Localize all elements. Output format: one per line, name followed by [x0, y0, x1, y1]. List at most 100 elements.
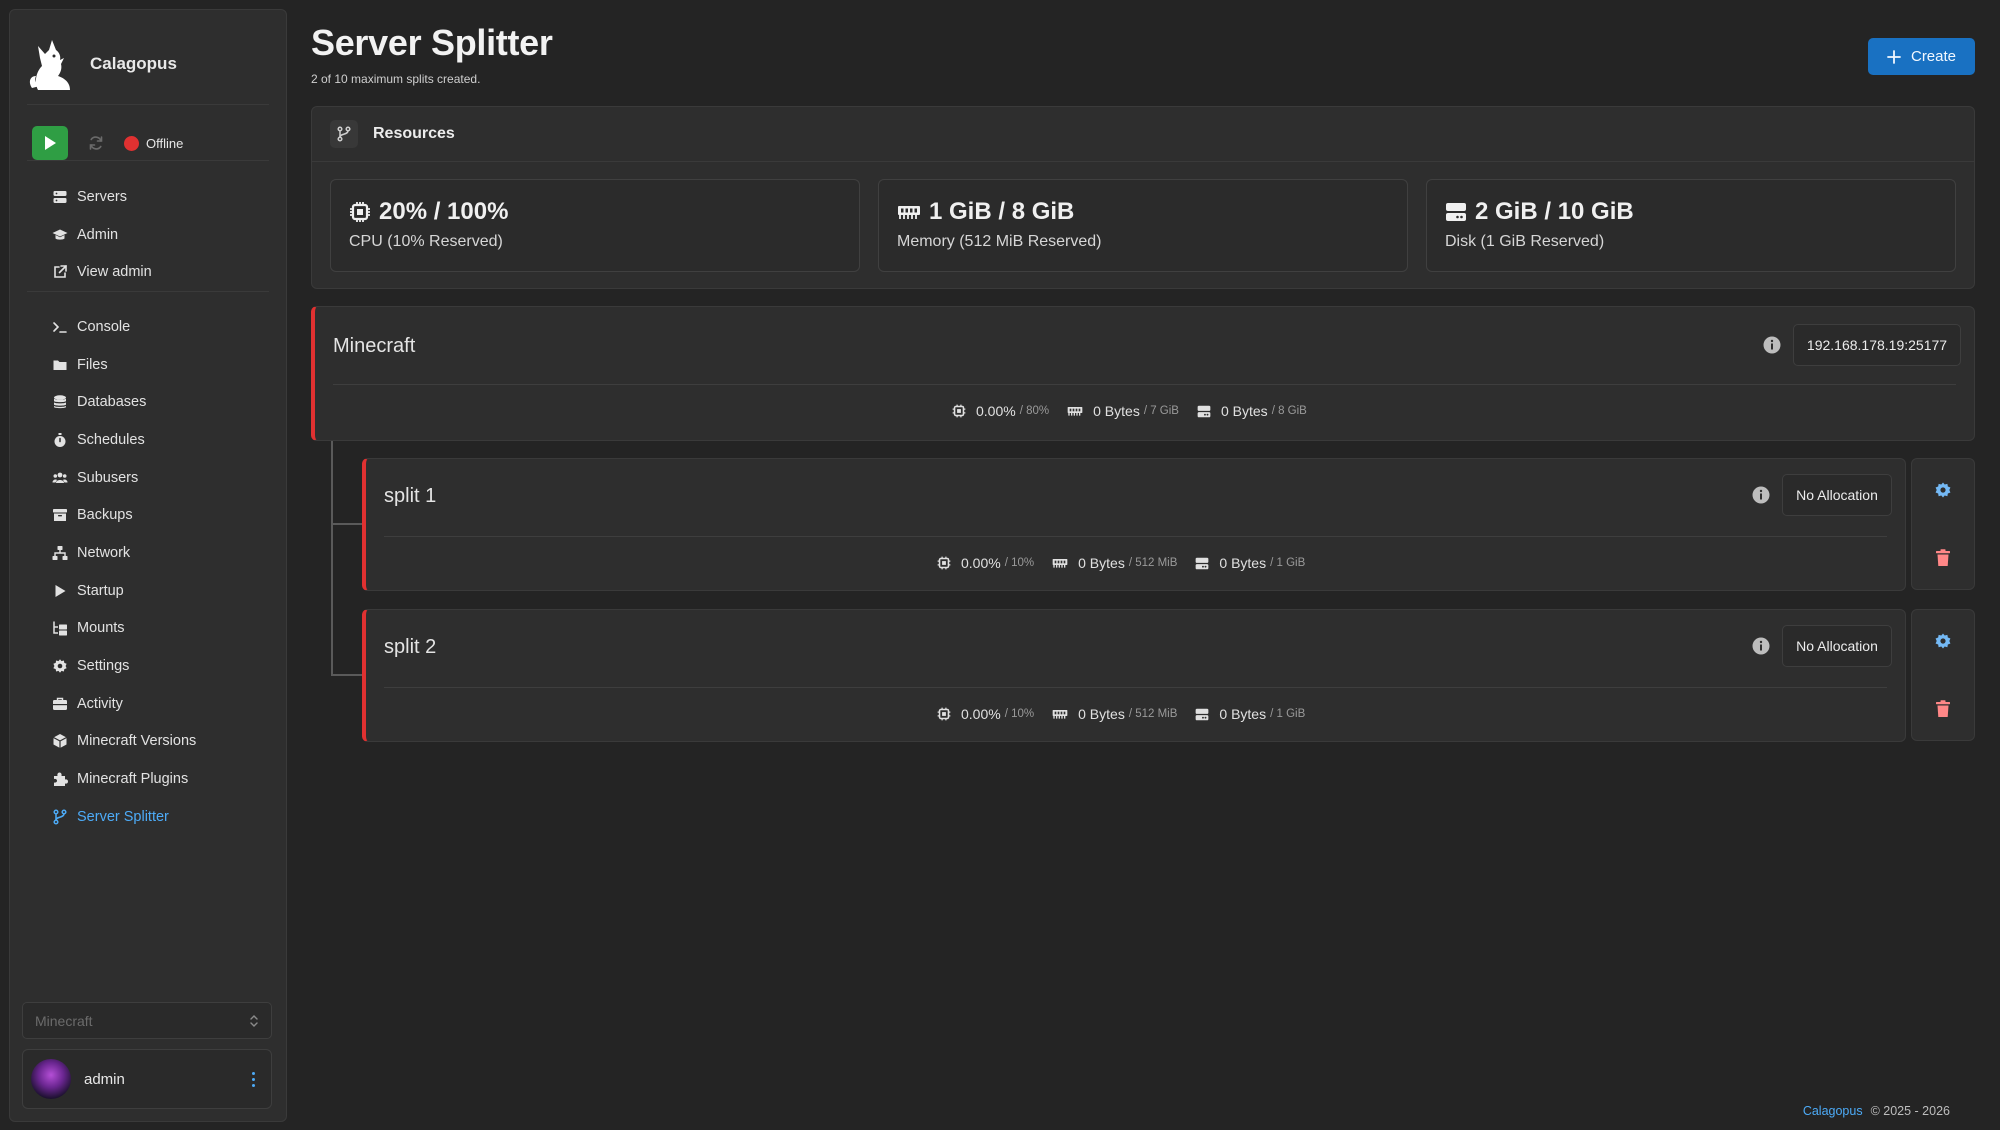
sidebar-item-label: Backups — [77, 507, 133, 524]
sidebar-item-label: Settings — [77, 658, 130, 675]
avatar — [31, 1059, 71, 1099]
server-select[interactable]: Minecraft — [22, 1002, 272, 1039]
sidebar-item-mounts[interactable]: Mounts — [32, 610, 196, 648]
disk-stat: 0 Bytes/ 8 GiB — [1197, 403, 1307, 419]
sidebar: Calagopus Offline Servers Admin View adm… — [9, 9, 287, 1122]
create-button[interactable]: Create — [1868, 38, 1975, 75]
disk-limit: / 1 GiB — [1270, 557, 1306, 569]
user-menu[interactable]: admin — [22, 1049, 272, 1109]
gear-icon[interactable] — [1934, 632, 1952, 650]
allocation-button[interactable]: No Allocation — [1782, 474, 1892, 516]
footer-brand-link[interactable]: Calagopus — [1803, 1104, 1863, 1118]
sidebar-item-console[interactable]: Console — [32, 308, 196, 346]
cpu-resource-sub: CPU (10% Reserved) — [349, 233, 503, 250]
footer-copyright: © 2025 - 2026 — [1870, 1104, 1950, 1118]
brand[interactable]: Calagopus — [28, 34, 177, 94]
sidebar-item-databases[interactable]: Databases — [32, 383, 196, 421]
cube-icon — [53, 734, 67, 749]
disk-value: 0 Bytes — [1219, 555, 1267, 571]
users-icon — [52, 472, 68, 483]
memory-resource-value: 1 GiB / 8 GiB — [929, 198, 1075, 225]
cpu-stat: 0.00%/ 10% — [937, 555, 1034, 571]
memory-icon — [1067, 407, 1083, 416]
cpu-limit: / 10% — [1004, 557, 1035, 569]
divider — [384, 536, 1887, 537]
sidebar-item-label: View admin — [77, 264, 152, 281]
info-icon[interactable] — [1752, 486, 1770, 504]
cpu-value: 0.00% — [961, 555, 1001, 571]
cpu-icon — [350, 202, 370, 222]
sidebar-item-label: Minecraft Versions — [77, 733, 197, 750]
sidebar-item-minecraft-plugins[interactable]: Minecraft Plugins — [32, 760, 196, 798]
tree-connector — [331, 523, 365, 525]
page-title: Server Splitter — [311, 22, 553, 63]
sidebar-item-settings[interactable]: Settings — [32, 647, 196, 685]
briefcase-icon — [53, 697, 67, 710]
sidebar-item-label: Network — [77, 544, 131, 561]
sidebar-item-backups[interactable]: Backups — [32, 496, 196, 534]
sidebar-item-server-splitter[interactable]: Server Splitter — [32, 798, 196, 836]
status-text: Offline — [146, 135, 184, 151]
tree-connector — [331, 441, 333, 676]
info-icon[interactable] — [1763, 336, 1781, 354]
memory-limit: / 512 MiB — [1128, 557, 1178, 569]
cpu-stat: 0.00%/ 80% — [952, 403, 1049, 419]
kebab-menu-icon[interactable] — [243, 1071, 263, 1087]
disk-value: 0 Bytes — [1219, 706, 1267, 722]
footer: Calagopus © 2025 - 2026 — [1803, 1104, 1950, 1118]
code-branch-icon — [337, 126, 351, 142]
archive-icon — [53, 509, 67, 522]
gear-icon[interactable] — [1934, 481, 1952, 499]
divider — [333, 384, 1956, 385]
disk-resource-card: 2 GiB / 10 GiB Disk (1 GiB Reserved) — [1426, 179, 1956, 272]
sidebar-item-admin[interactable]: Admin — [32, 216, 152, 254]
page-subtitle: 2 of 10 maximum splits created. — [311, 72, 481, 86]
sidebar-item-startup[interactable]: Startup — [32, 572, 196, 610]
create-button-label: Create — [1910, 48, 1957, 65]
trash-icon[interactable] — [1935, 549, 1951, 567]
restart-button[interactable] — [82, 129, 110, 157]
server-icon — [53, 190, 67, 203]
sidebar-item-network[interactable]: Network — [32, 534, 196, 572]
cpu-icon — [937, 556, 951, 570]
divider — [27, 291, 269, 292]
server-card-split-1: split 1 No Allocation 0.00%/ 10% 0 Bytes… — [362, 458, 1906, 591]
sidebar-item-minecraft-versions[interactable]: Minecraft Versions — [32, 723, 196, 761]
sidebar-item-subusers[interactable]: Subusers — [32, 459, 196, 497]
cpu-value: 0.00% — [961, 706, 1001, 722]
disk-resource-sub: Disk (1 GiB Reserved) — [1445, 233, 1605, 250]
server-stats: 0.00%/ 10% 0 Bytes/ 512 MiB 0 Bytes/ 1 G… — [937, 555, 1323, 571]
allocation-button[interactable]: 192.168.178.19:25177 — [1793, 324, 1961, 366]
tree-connector — [331, 674, 365, 676]
code-branch-icon — [53, 809, 67, 825]
memory-icon — [898, 206, 920, 219]
sidebar-item-schedules[interactable]: Schedules — [32, 421, 196, 459]
network-icon — [52, 545, 68, 560]
allocation-button[interactable]: No Allocation — [1782, 625, 1892, 667]
nav-server: Console Files Databases Schedules Subuse… — [32, 308, 196, 836]
sidebar-item-servers[interactable]: Servers — [32, 178, 152, 216]
memory-icon — [1052, 559, 1068, 568]
cpu-icon — [937, 707, 951, 721]
memory-limit: / 7 GiB — [1143, 405, 1179, 417]
sidebar-item-label: Subusers — [77, 469, 139, 486]
user-name: admin — [84, 1070, 125, 1088]
sidebar-item-label: Activity — [77, 695, 123, 712]
sidebar-item-activity[interactable]: Activity — [32, 685, 196, 723]
resources-header: Resources — [312, 107, 1974, 162]
database-icon — [54, 395, 66, 409]
sidebar-item-view-admin[interactable]: View admin — [32, 253, 152, 291]
stopwatch-icon — [54, 432, 66, 447]
memory-resource-card: 1 GiB / 8 GiB Memory (512 MiB Reserved) — [878, 179, 1408, 272]
external-link-icon — [54, 265, 67, 279]
info-icon[interactable] — [1752, 637, 1770, 655]
memory-value: 0 Bytes — [1093, 403, 1140, 419]
start-button[interactable] — [32, 126, 68, 160]
allocation-value: 192.168.178.19:25177 — [1806, 337, 1948, 353]
disk-limit: / 8 GiB — [1271, 405, 1307, 417]
sidebar-item-files[interactable]: Files — [32, 346, 196, 384]
trash-icon[interactable] — [1935, 700, 1951, 718]
refresh-icon — [89, 136, 103, 150]
sidebar-item-label: Mounts — [77, 620, 125, 637]
allocation-value: No Allocation — [1796, 487, 1878, 503]
